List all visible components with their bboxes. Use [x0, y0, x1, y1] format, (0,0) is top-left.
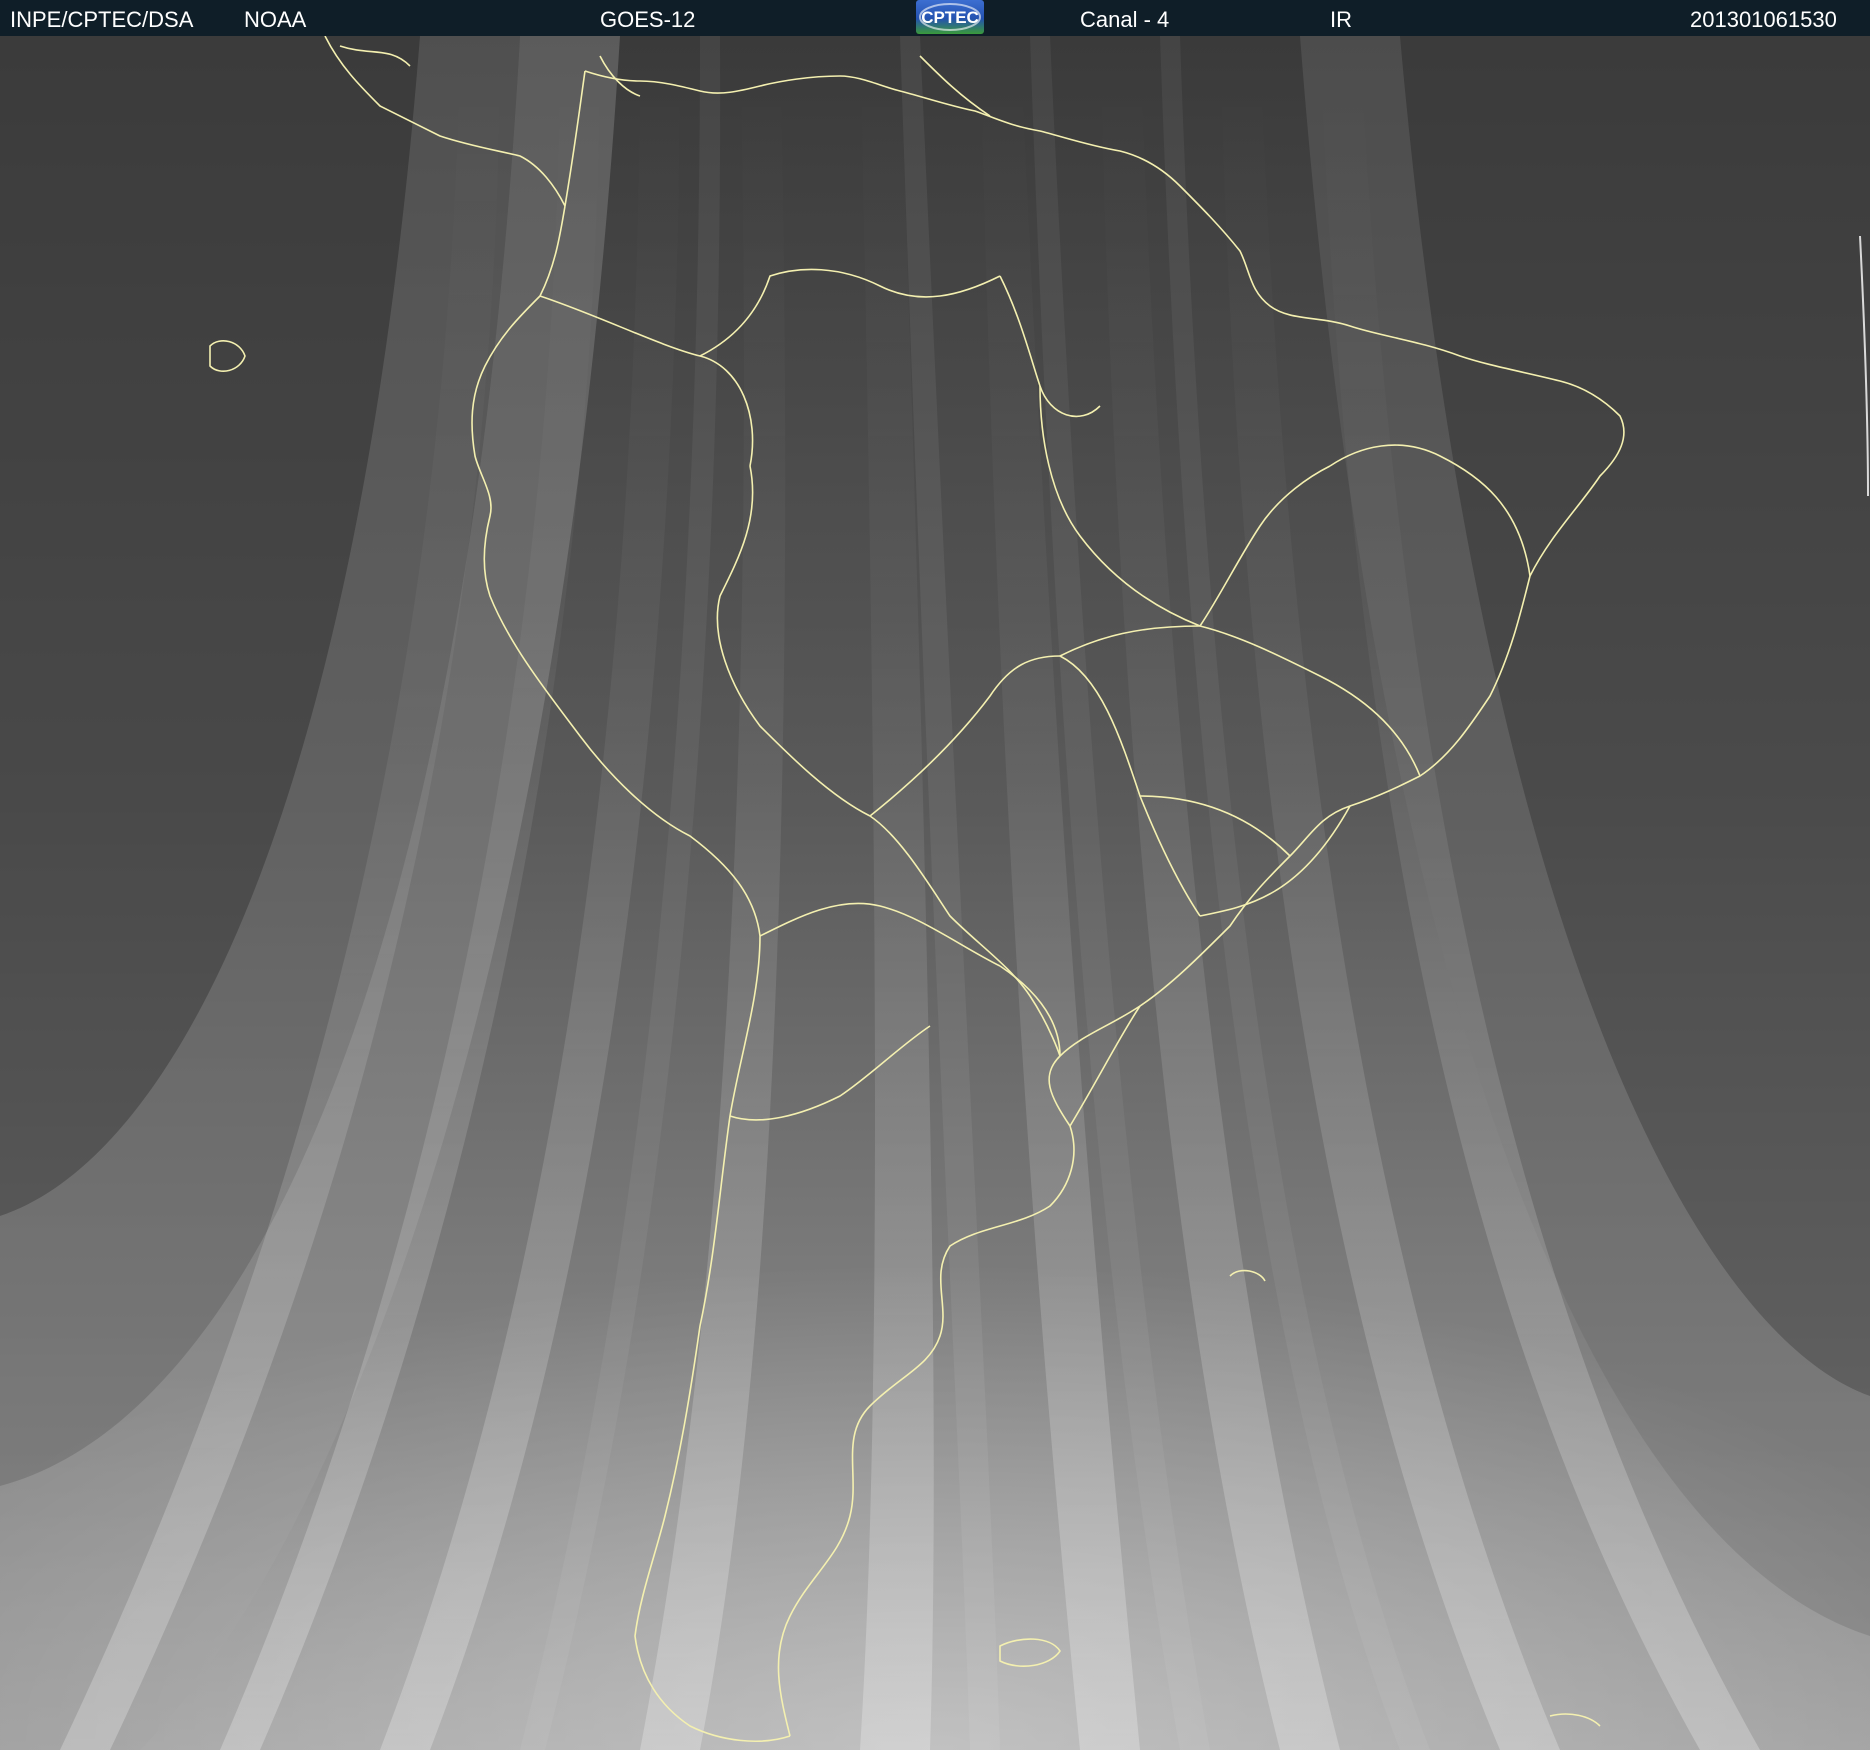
satellite-image-svg [0, 36, 1870, 1750]
agency-label: INPE/CPTEC/DSA [10, 7, 194, 32]
cptec-logo: CPTEC [916, 0, 984, 34]
data-source-label: NOAA [244, 7, 307, 32]
logo-text: CPTEC [921, 8, 979, 27]
band-label: IR [1330, 7, 1352, 32]
channel-label: Canal - 4 [1080, 7, 1170, 32]
bottom-brightening [0, 936, 1870, 1750]
image-header-bar: INPE/CPTEC/DSA NOAA GOES-12 CPTEC Canal … [0, 0, 1870, 36]
timestamp-label: 201301061530 [1690, 7, 1837, 32]
satellite-label: GOES-12 [600, 7, 696, 32]
satellite-map [0, 36, 1870, 1750]
